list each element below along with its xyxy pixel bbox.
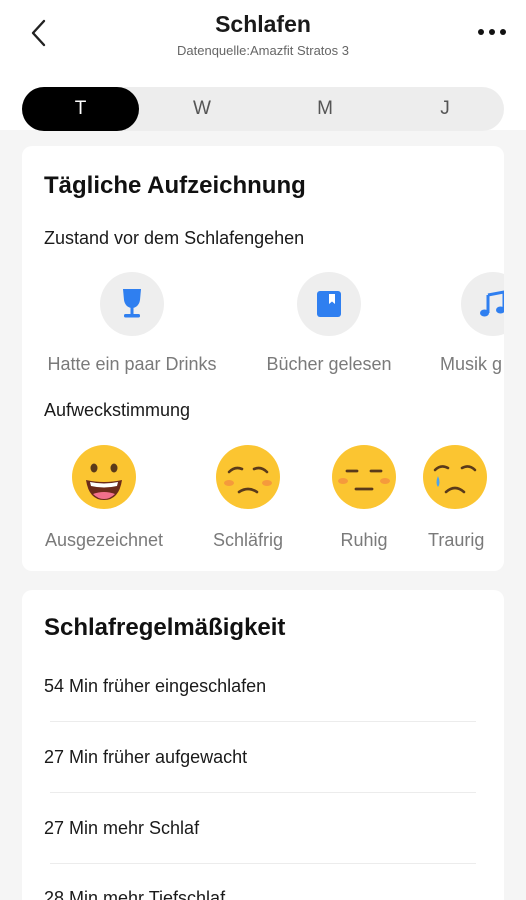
calm-face-icon: [332, 445, 396, 509]
music-icon-circle: [461, 272, 504, 336]
presleep-state-label: Zustand vor dem Schlafengehen: [44, 228, 305, 248]
mood-excellent[interactable]: Ausgezeichnet: [24, 444, 184, 551]
mood-sad[interactable]: Traurig: [422, 444, 504, 551]
regularity-row: 27 Min früher aufgewacht: [44, 747, 248, 767]
tab-year[interactable]: J: [385, 87, 505, 131]
drink-icon: [123, 289, 141, 318]
more-dot-icon: [489, 29, 495, 35]
book-icon: [317, 291, 341, 317]
happy-face-icon: [72, 445, 136, 509]
regularity-row: 54 Min früher eingeschlafen: [44, 676, 267, 696]
tab-week[interactable]: W: [142, 87, 262, 131]
more-dot-icon: [500, 29, 506, 35]
regularity-row: 27 Min mehr Schlaf: [44, 818, 200, 838]
data-source-label: Datenquelle:Amazfit Stratos 3: [177, 43, 349, 58]
drink-icon-circle: [100, 272, 164, 336]
sleepy-face-icon: [216, 445, 280, 509]
page-title: Schlafen: [215, 11, 311, 37]
mood-excellent-label: Ausgezeichnet: [44, 530, 164, 550]
more-options-button[interactable]: [472, 20, 512, 44]
daily-record-title: Tägliche Aufzeichnung: [44, 172, 306, 199]
sleep-screen: Schlafen Datenquelle:Amazfit Stratos 3 T…: [0, 0, 526, 900]
row-divider: [50, 721, 476, 722]
activity-drinks[interactable]: Hatte ein paar Drinks: [32, 272, 232, 375]
wake-mood-label: Aufweckstimmung: [44, 400, 191, 420]
regularity-row: 28 Min mehr Tiefschlaf: [44, 888, 226, 900]
mood-calm-label: Ruhig: [340, 530, 388, 550]
activity-drinks-label: Hatte ein paar Drinks: [47, 354, 217, 374]
sleep-regularity-card: Schlafregelmäßigkeit 54 Min früher einge…: [22, 590, 504, 900]
period-tabs: T W M J: [22, 87, 504, 131]
tab-month[interactable]: M: [265, 87, 385, 131]
mood-calm[interactable]: Ruhig: [284, 444, 444, 551]
book-icon-circle: [297, 272, 361, 336]
sleep-regularity-title: Schlafregelmäßigkeit: [44, 614, 286, 641]
sad-face-icon: [423, 445, 487, 509]
tab-day[interactable]: T: [22, 87, 139, 131]
mood-sad-label: Traurig: [428, 530, 485, 550]
music-icon: [480, 290, 504, 317]
row-divider: [50, 863, 476, 864]
activity-music-label: Musik g: [440, 354, 503, 374]
activity-music[interactable]: Musik g: [394, 272, 504, 375]
daily-record-card: Tägliche Aufzeichnung Zustand vor dem Sc…: [22, 146, 504, 571]
more-dot-icon: [478, 29, 484, 35]
row-divider: [50, 792, 476, 793]
